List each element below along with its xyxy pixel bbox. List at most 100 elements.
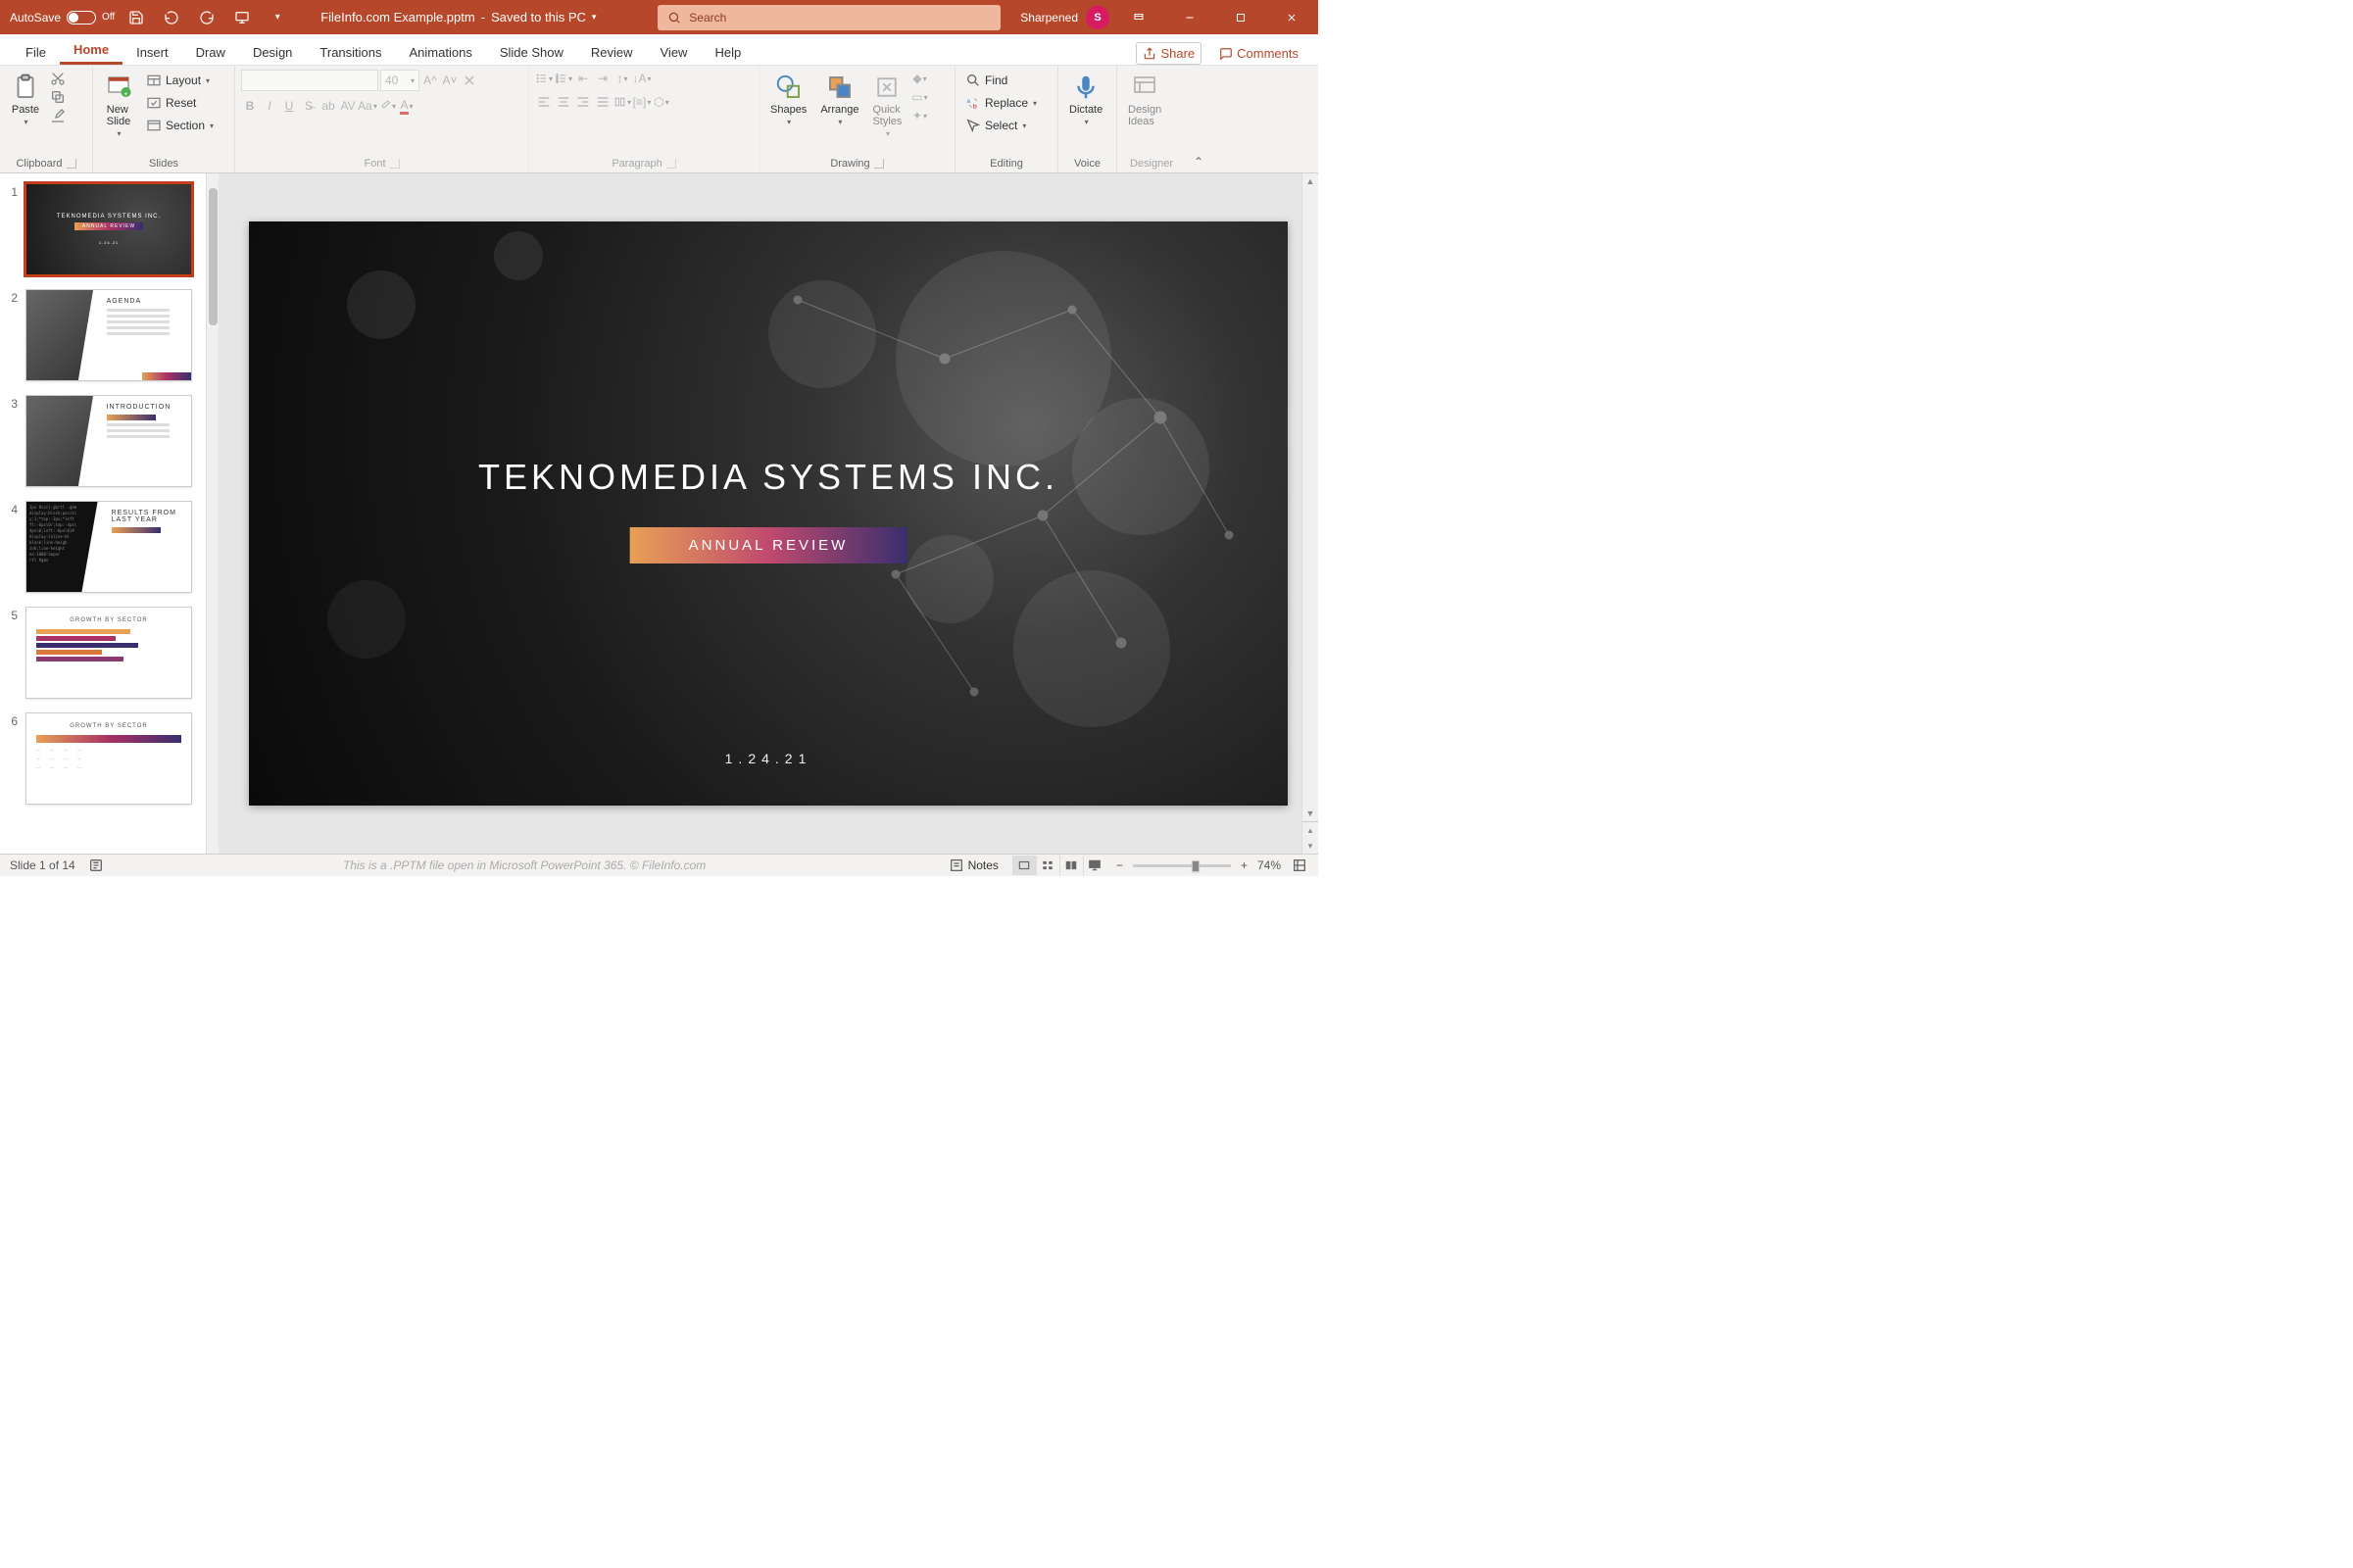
align-text-icon[interactable]: [≡]▾ xyxy=(633,93,651,111)
new-slide-button[interactable]: + New Slide ▾ xyxy=(99,70,138,141)
zoom-slider[interactable] xyxy=(1133,864,1231,867)
search-input[interactable]: Search xyxy=(658,5,1001,30)
bold-icon[interactable]: B xyxy=(241,97,259,115)
autosave-toggle[interactable]: AutoSave Off xyxy=(10,11,115,24)
ribbon-display-icon[interactable] xyxy=(1117,0,1160,34)
tab-file[interactable]: File xyxy=(12,39,60,65)
paste-button[interactable]: Paste ▾ xyxy=(6,70,45,129)
quick-styles-button[interactable]: Quick Styles▾ xyxy=(867,70,907,141)
smartart-icon[interactable]: ⬡▾ xyxy=(653,93,670,111)
drawing-dialog-icon[interactable] xyxy=(874,159,884,169)
thumbnail-slide-6[interactable]: GROWTH BY SECTOR ———— ———— ———— xyxy=(25,712,192,805)
shape-outline-icon[interactable]: ▭▾ xyxy=(910,88,928,106)
copy-icon[interactable] xyxy=(49,88,67,106)
thumbnail-slide-3[interactable]: INTRODUCTION xyxy=(25,395,192,487)
slideshow-view-icon[interactable] xyxy=(1083,856,1106,875)
tab-review[interactable]: Review xyxy=(577,39,647,65)
shape-fill-icon[interactable]: ◆▾ xyxy=(910,70,928,87)
replace-button[interactable]: abReplace▾ xyxy=(961,92,1041,114)
align-left-icon[interactable] xyxy=(535,93,553,111)
format-painter-icon[interactable] xyxy=(49,107,67,124)
slide-counter[interactable]: Slide 1 of 14 xyxy=(10,858,75,872)
align-right-icon[interactable] xyxy=(574,93,592,111)
comments-button[interactable]: Comments xyxy=(1213,43,1304,64)
underline-icon[interactable]: U xyxy=(280,97,298,115)
shape-effects-icon[interactable]: ✦▾ xyxy=(910,107,928,124)
justify-icon[interactable] xyxy=(594,93,612,111)
layout-button[interactable]: Layout▾ xyxy=(142,70,218,91)
slide-title[interactable]: TEKNOMEDIA SYSTEMS INC. xyxy=(249,457,1288,498)
tab-design[interactable]: Design xyxy=(239,39,306,65)
avatar[interactable]: S xyxy=(1086,6,1109,29)
slide-subtitle-banner[interactable]: ANNUAL REVIEW xyxy=(630,527,907,564)
increase-indent-icon[interactable]: ⇥ xyxy=(594,70,612,87)
numbering-icon[interactable]: 123▾ xyxy=(555,70,572,87)
bullets-icon[interactable]: ▾ xyxy=(535,70,553,87)
collapse-ribbon-icon[interactable]: ⌃ xyxy=(1186,151,1211,172)
cut-icon[interactable] xyxy=(49,70,67,87)
font-family-input[interactable] xyxy=(241,70,378,91)
shadow-icon[interactable]: ab xyxy=(319,97,337,115)
zoom-level[interactable]: 74% xyxy=(1257,858,1281,872)
reset-button[interactable]: Reset xyxy=(142,92,218,114)
reading-view-icon[interactable] xyxy=(1059,856,1083,875)
align-center-icon[interactable] xyxy=(555,93,572,111)
thumbnail-slide-4[interactable]: 1px #ccc}.gbrtl .gbmdisplay:block;positi… xyxy=(25,501,192,593)
thumbnails-scrollbar[interactable] xyxy=(206,173,219,854)
arrange-button[interactable]: Arrange▾ xyxy=(815,70,863,129)
highlight-icon[interactable]: ▾ xyxy=(378,97,396,115)
dictate-button[interactable]: Dictate▾ xyxy=(1064,70,1107,129)
tab-view[interactable]: View xyxy=(647,39,702,65)
slide-canvas[interactable]: TEKNOMEDIA SYSTEMS INC. ANNUAL REVIEW 1.… xyxy=(249,221,1288,806)
tab-home[interactable]: Home xyxy=(60,36,123,65)
undo-icon[interactable] xyxy=(158,4,185,31)
slide-scrollbar[interactable]: ▲▼ ▴▾ xyxy=(1301,173,1318,854)
close-icon[interactable] xyxy=(1270,0,1313,34)
select-button[interactable]: Select▾ xyxy=(961,115,1041,136)
paragraph-dialog-icon[interactable] xyxy=(666,159,676,169)
design-ideas-button[interactable]: Design Ideas xyxy=(1123,70,1166,130)
thumbnail-slide-2[interactable]: AGENDA xyxy=(25,289,192,381)
present-icon[interactable] xyxy=(228,4,256,31)
columns-icon[interactable]: ▾ xyxy=(613,93,631,111)
find-button[interactable]: Find xyxy=(961,70,1041,91)
username[interactable]: Sharpened xyxy=(1020,11,1078,24)
tab-transitions[interactable]: Transitions xyxy=(306,39,395,65)
clear-formatting-icon[interactable] xyxy=(461,72,478,89)
next-slide-icon[interactable]: ▾ xyxy=(1302,838,1318,854)
tab-animations[interactable]: Animations xyxy=(396,39,486,65)
slide-editor[interactable]: TEKNOMEDIA SYSTEMS INC. ANNUAL REVIEW 1.… xyxy=(219,173,1318,854)
redo-icon[interactable] xyxy=(193,4,221,31)
save-icon[interactable] xyxy=(123,4,150,31)
strikethrough-icon[interactable]: S̶ xyxy=(300,97,318,115)
tab-insert[interactable]: Insert xyxy=(123,39,182,65)
font-color-icon[interactable]: A▾ xyxy=(398,97,416,115)
section-button[interactable]: Section▾ xyxy=(142,115,218,136)
decrease-font-icon[interactable]: A˅ xyxy=(441,72,459,89)
normal-view-icon[interactable] xyxy=(1012,856,1036,875)
change-case-icon[interactable]: Aa▾ xyxy=(359,97,376,115)
tab-help[interactable]: Help xyxy=(701,39,755,65)
increase-font-icon[interactable]: A^ xyxy=(421,72,439,89)
zoom-in-icon[interactable]: + xyxy=(1241,858,1248,872)
slide-date[interactable]: 1.24.21 xyxy=(249,751,1288,766)
decrease-indent-icon[interactable]: ⇤ xyxy=(574,70,592,87)
maximize-icon[interactable] xyxy=(1219,0,1262,34)
shapes-button[interactable]: Shapes▾ xyxy=(765,70,811,129)
tab-slideshow[interactable]: Slide Show xyxy=(486,39,577,65)
qat-more-icon[interactable]: ▾ xyxy=(264,4,291,31)
notes-button[interactable]: Notes xyxy=(945,855,1003,876)
thumbnail-slide-1[interactable]: TEKNOMEDIA SYSTEMS INC. ANNUAL REVIEW 1.… xyxy=(25,183,192,275)
accessibility-icon[interactable] xyxy=(87,857,105,874)
font-size-input[interactable]: 40▾ xyxy=(380,70,419,91)
thumbnail-slide-5[interactable]: GROWTH BY SECTOR xyxy=(25,607,192,699)
sorter-view-icon[interactable] xyxy=(1036,856,1059,875)
line-spacing-icon[interactable]: ↕▾ xyxy=(613,70,631,87)
italic-icon[interactable]: I xyxy=(261,97,278,115)
minimize-icon[interactable] xyxy=(1168,0,1211,34)
fit-to-window-icon[interactable] xyxy=(1291,857,1308,874)
clipboard-dialog-icon[interactable] xyxy=(67,159,76,169)
char-spacing-icon[interactable]: AV xyxy=(339,97,357,115)
text-direction-icon[interactable]: ↓A▾ xyxy=(633,70,651,87)
share-button[interactable]: Share xyxy=(1136,42,1201,65)
